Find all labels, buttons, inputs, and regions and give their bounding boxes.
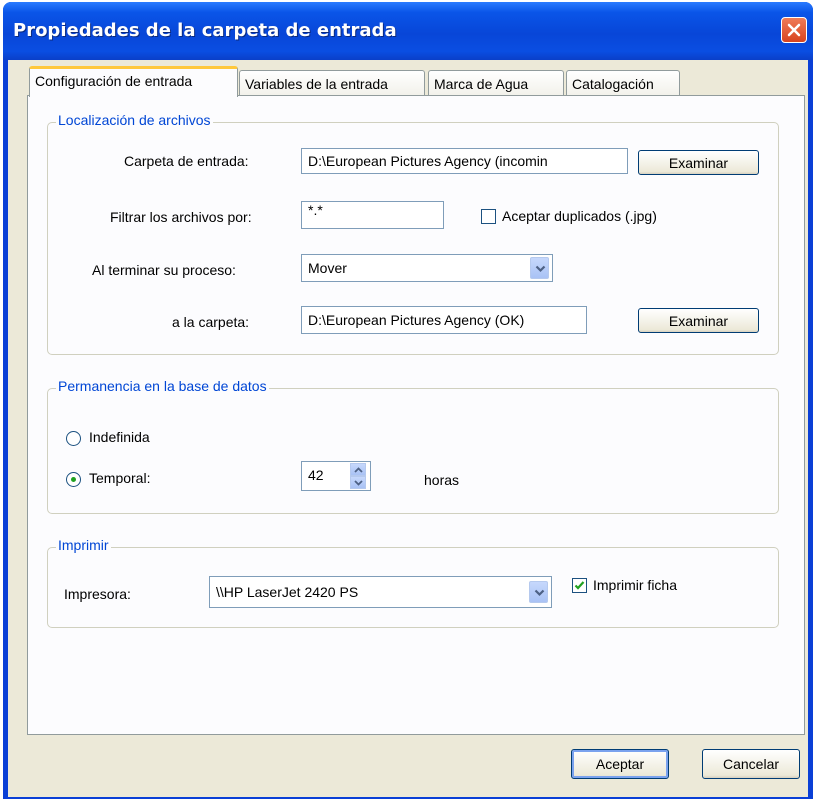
browse-to-folder-button[interactable]: Examinar xyxy=(638,308,759,333)
print-group-legend: Imprimir xyxy=(56,537,111,553)
radio-selected-dot xyxy=(71,477,76,482)
chevron-down-icon xyxy=(535,265,546,273)
close-icon xyxy=(787,23,801,37)
accept-button-label: Aceptar xyxy=(595,756,645,772)
tab-variables-entrada[interactable]: Variables de la entrada xyxy=(239,70,425,96)
to-folder-value: D:\European Pictures Agency (OK) xyxy=(308,312,525,328)
on-finish-select[interactable]: Mover xyxy=(301,254,553,282)
to-folder-label: a la carpeta: xyxy=(172,314,250,330)
close-button[interactable] xyxy=(781,17,807,43)
accept-duplicates-label[interactable]: Aceptar duplicados (.jpg) xyxy=(502,208,657,224)
filter-label: Filtrar los archivos por: xyxy=(110,209,252,225)
to-folder-field[interactable]: D:\European Pictures Agency (OK) xyxy=(301,306,587,334)
dialog-window: Propiedades de la carpeta de entrada Con… xyxy=(3,2,813,799)
hours-unit-label: horas xyxy=(424,472,460,488)
on-finish-value: Mover xyxy=(308,260,347,276)
filter-field[interactable]: *.* xyxy=(301,201,444,229)
input-folder-value: D:\European Pictures Agency (incomin xyxy=(308,153,548,169)
files-group-legend: Localización de archivos xyxy=(56,112,213,128)
hours-spin-down[interactable] xyxy=(350,476,366,489)
print-card-label[interactable]: Imprimir ficha xyxy=(593,577,677,593)
tab-label: Marca de Agua xyxy=(434,76,529,92)
printer-label: Impresora: xyxy=(64,586,131,602)
temporal-radio[interactable] xyxy=(66,472,81,487)
hours-spin-up[interactable] xyxy=(350,463,366,476)
chevron-down-icon xyxy=(534,589,545,597)
print-group: Imprimir Impresora: \\HP LaserJet 2420 P… xyxy=(47,537,779,628)
input-folder-field[interactable]: D:\European Pictures Agency (incomin xyxy=(301,148,628,174)
tab-catalogacion[interactable]: Catalogación xyxy=(566,70,680,96)
printer-select[interactable]: \\HP LaserJet 2420 PS xyxy=(209,576,552,608)
printer-value: \\HP LaserJet 2420 PS xyxy=(216,584,359,600)
db-permanence-group: Permanencia en la base de datos Indefini… xyxy=(47,378,779,514)
indefinite-label[interactable]: Indefinida xyxy=(89,429,150,445)
cancel-button-label: Cancelar xyxy=(722,756,780,772)
tab-label: Catalogación xyxy=(572,76,654,92)
tab-label: Variables de la entrada xyxy=(245,76,388,92)
db-permanence-legend: Permanencia en la base de datos xyxy=(56,378,269,394)
browse-button-label: Examinar xyxy=(668,313,729,329)
accept-button[interactable]: Aceptar xyxy=(571,749,669,779)
input-folder-label: Carpeta de entrada: xyxy=(124,153,249,169)
checkmark-icon xyxy=(574,581,585,590)
dialog-client-area: Configuración de entrada Variables de la… xyxy=(8,60,808,797)
chevron-down-icon xyxy=(354,480,363,486)
temporal-label[interactable]: Temporal: xyxy=(89,470,150,486)
title-bar[interactable]: Propiedades de la carpeta de entrada xyxy=(3,2,813,60)
browse-button-label: Examinar xyxy=(668,155,729,171)
tab-marca-agua[interactable]: Marca de Agua xyxy=(428,70,564,96)
on-finish-label: Al terminar su proceso: xyxy=(92,262,236,278)
hours-value: 42 xyxy=(308,467,324,483)
browse-input-folder-button[interactable]: Examinar xyxy=(638,150,759,175)
window-title: Propiedades de la carpeta de entrada xyxy=(13,20,397,41)
accept-duplicates-checkbox[interactable] xyxy=(481,209,496,224)
printer-dropdown-button[interactable] xyxy=(529,581,548,603)
indefinite-radio[interactable] xyxy=(66,431,81,446)
print-card-checkbox[interactable] xyxy=(572,578,587,593)
chevron-up-icon xyxy=(354,467,363,473)
cancel-button[interactable]: Cancelar xyxy=(702,749,800,779)
tab-configuracion-entrada[interactable]: Configuración de entrada xyxy=(29,66,238,97)
filter-value: *.* xyxy=(308,202,323,218)
tab-label: Configuración de entrada xyxy=(35,73,193,89)
tab-panel: Localización de archivos Carpeta de entr… xyxy=(27,95,805,735)
files-group: Localización de archivos Carpeta de entr… xyxy=(47,112,779,355)
on-finish-dropdown-button[interactable] xyxy=(530,257,549,279)
